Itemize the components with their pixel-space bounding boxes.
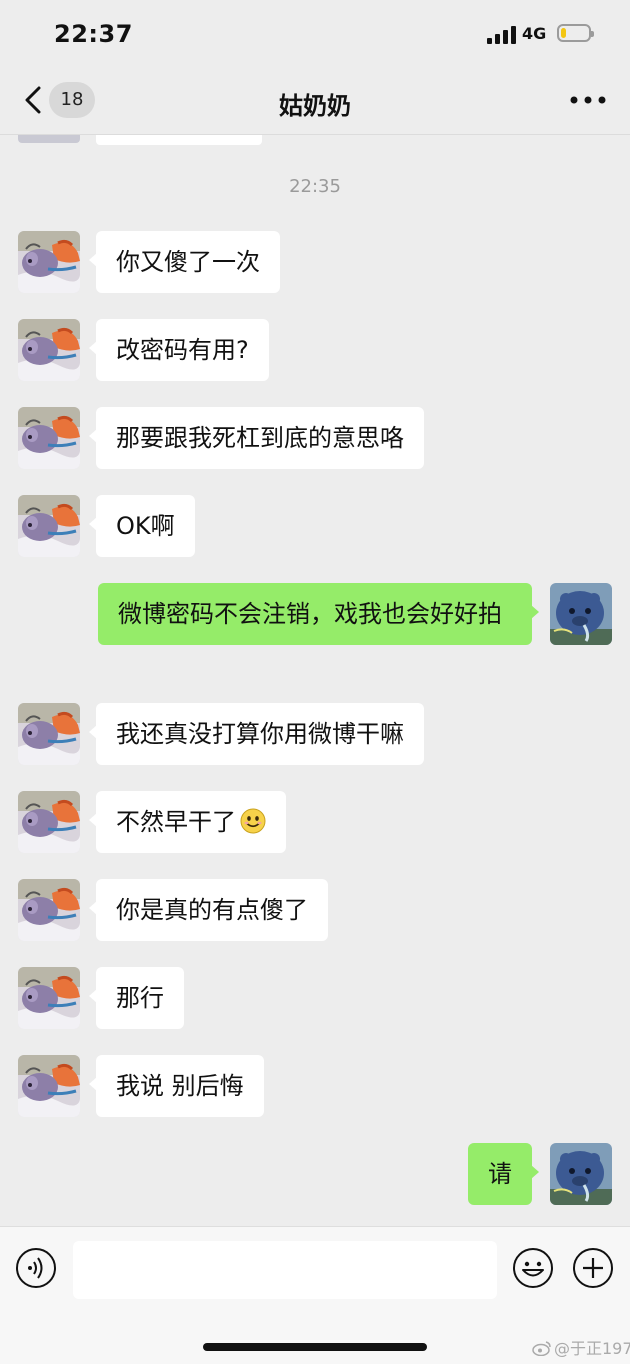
contact-avatar[interactable] — [18, 1055, 80, 1117]
contact-avatar[interactable] — [18, 967, 80, 1029]
incoming-bubble[interactable]: 你是真的有点傻了 — [89, 879, 328, 941]
incoming-bubble[interactable]: 不然早干了 — [89, 791, 286, 853]
home-indicator[interactable] — [203, 1343, 427, 1351]
contact-avatar[interactable] — [18, 703, 80, 765]
my-avatar[interactable] — [550, 1143, 612, 1205]
incoming-bubble[interactable]: 你又傻了一次 — [89, 231, 280, 293]
more-icon[interactable] — [566, 88, 610, 112]
message-text: 不然早干了 — [116, 808, 236, 836]
message-text: 请 — [488, 1160, 512, 1188]
previous-avatar-peek — [18, 135, 80, 143]
emoji-icon[interactable] — [512, 1247, 554, 1289]
signal-icon — [487, 26, 516, 44]
incoming-bubble[interactable]: 那要跟我死杠到底的意思咯 — [89, 407, 424, 469]
battery-level — [561, 28, 567, 38]
my-avatar[interactable] — [550, 583, 612, 645]
contact-avatar[interactable] — [18, 791, 80, 853]
message-timestamp: 22:35 — [289, 176, 341, 197]
battery-tip — [591, 31, 594, 37]
message-text: 我还真没打算你用微博干嘛 — [116, 720, 404, 748]
message-text: 你又傻了一次 — [116, 248, 260, 276]
message-text: 你是真的有点傻了 — [116, 896, 308, 924]
message-text: 我说 别后悔 — [116, 1072, 244, 1100]
incoming-bubble[interactable]: 改密码有用? — [89, 319, 269, 381]
status-bar: 22:37 4G — [0, 0, 630, 66]
outgoing-bubble[interactable]: 请 — [468, 1143, 539, 1205]
watermark: @于正1978 — [532, 1335, 630, 1359]
battery-icon — [557, 24, 594, 42]
chat-area[interactable]: 22:35 你又傻了一次 改密码有用? 那要跟我死杠到底的意思咯 OK啊 微博密… — [0, 135, 630, 1225]
weibo-icon — [532, 1341, 551, 1356]
smiling-face-emoji — [240, 808, 266, 834]
status-time: 22:37 — [54, 20, 133, 48]
nav-bar: 18 姑奶奶 — [0, 66, 630, 135]
previous-bubble-peek — [96, 135, 262, 145]
message-input[interactable] — [73, 1241, 497, 1299]
contact-avatar[interactable] — [18, 879, 80, 941]
contact-avatar[interactable] — [18, 231, 80, 293]
incoming-bubble[interactable]: 我还真没打算你用微博干嘛 — [89, 703, 424, 765]
message-text: 那要跟我死杠到底的意思咯 — [116, 424, 404, 452]
message-text: 改密码有用? — [116, 336, 249, 364]
input-bar: @于正1978 — [0, 1226, 630, 1364]
plus-icon[interactable] — [572, 1247, 614, 1289]
message-text: 那行 — [116, 984, 164, 1012]
watermark-text: @于正1978 — [554, 1339, 630, 1358]
network-type: 4G — [522, 24, 547, 43]
contact-avatar[interactable] — [18, 319, 80, 381]
message-text: OK啊 — [116, 512, 175, 540]
incoming-bubble[interactable]: 我说 别后悔 — [89, 1055, 264, 1117]
incoming-bubble[interactable]: 那行 — [89, 967, 184, 1029]
outgoing-bubble[interactable]: 微博密码不会注销，戏我也会好好拍 — [98, 583, 539, 645]
contact-avatar[interactable] — [18, 495, 80, 557]
message-text: 微博密码不会注销，戏我也会好好拍 — [118, 600, 502, 628]
contact-avatar[interactable] — [18, 407, 80, 469]
voice-icon[interactable] — [15, 1247, 57, 1289]
incoming-bubble[interactable]: OK啊 — [89, 495, 195, 557]
chat-title: 姑奶奶 — [279, 92, 351, 120]
